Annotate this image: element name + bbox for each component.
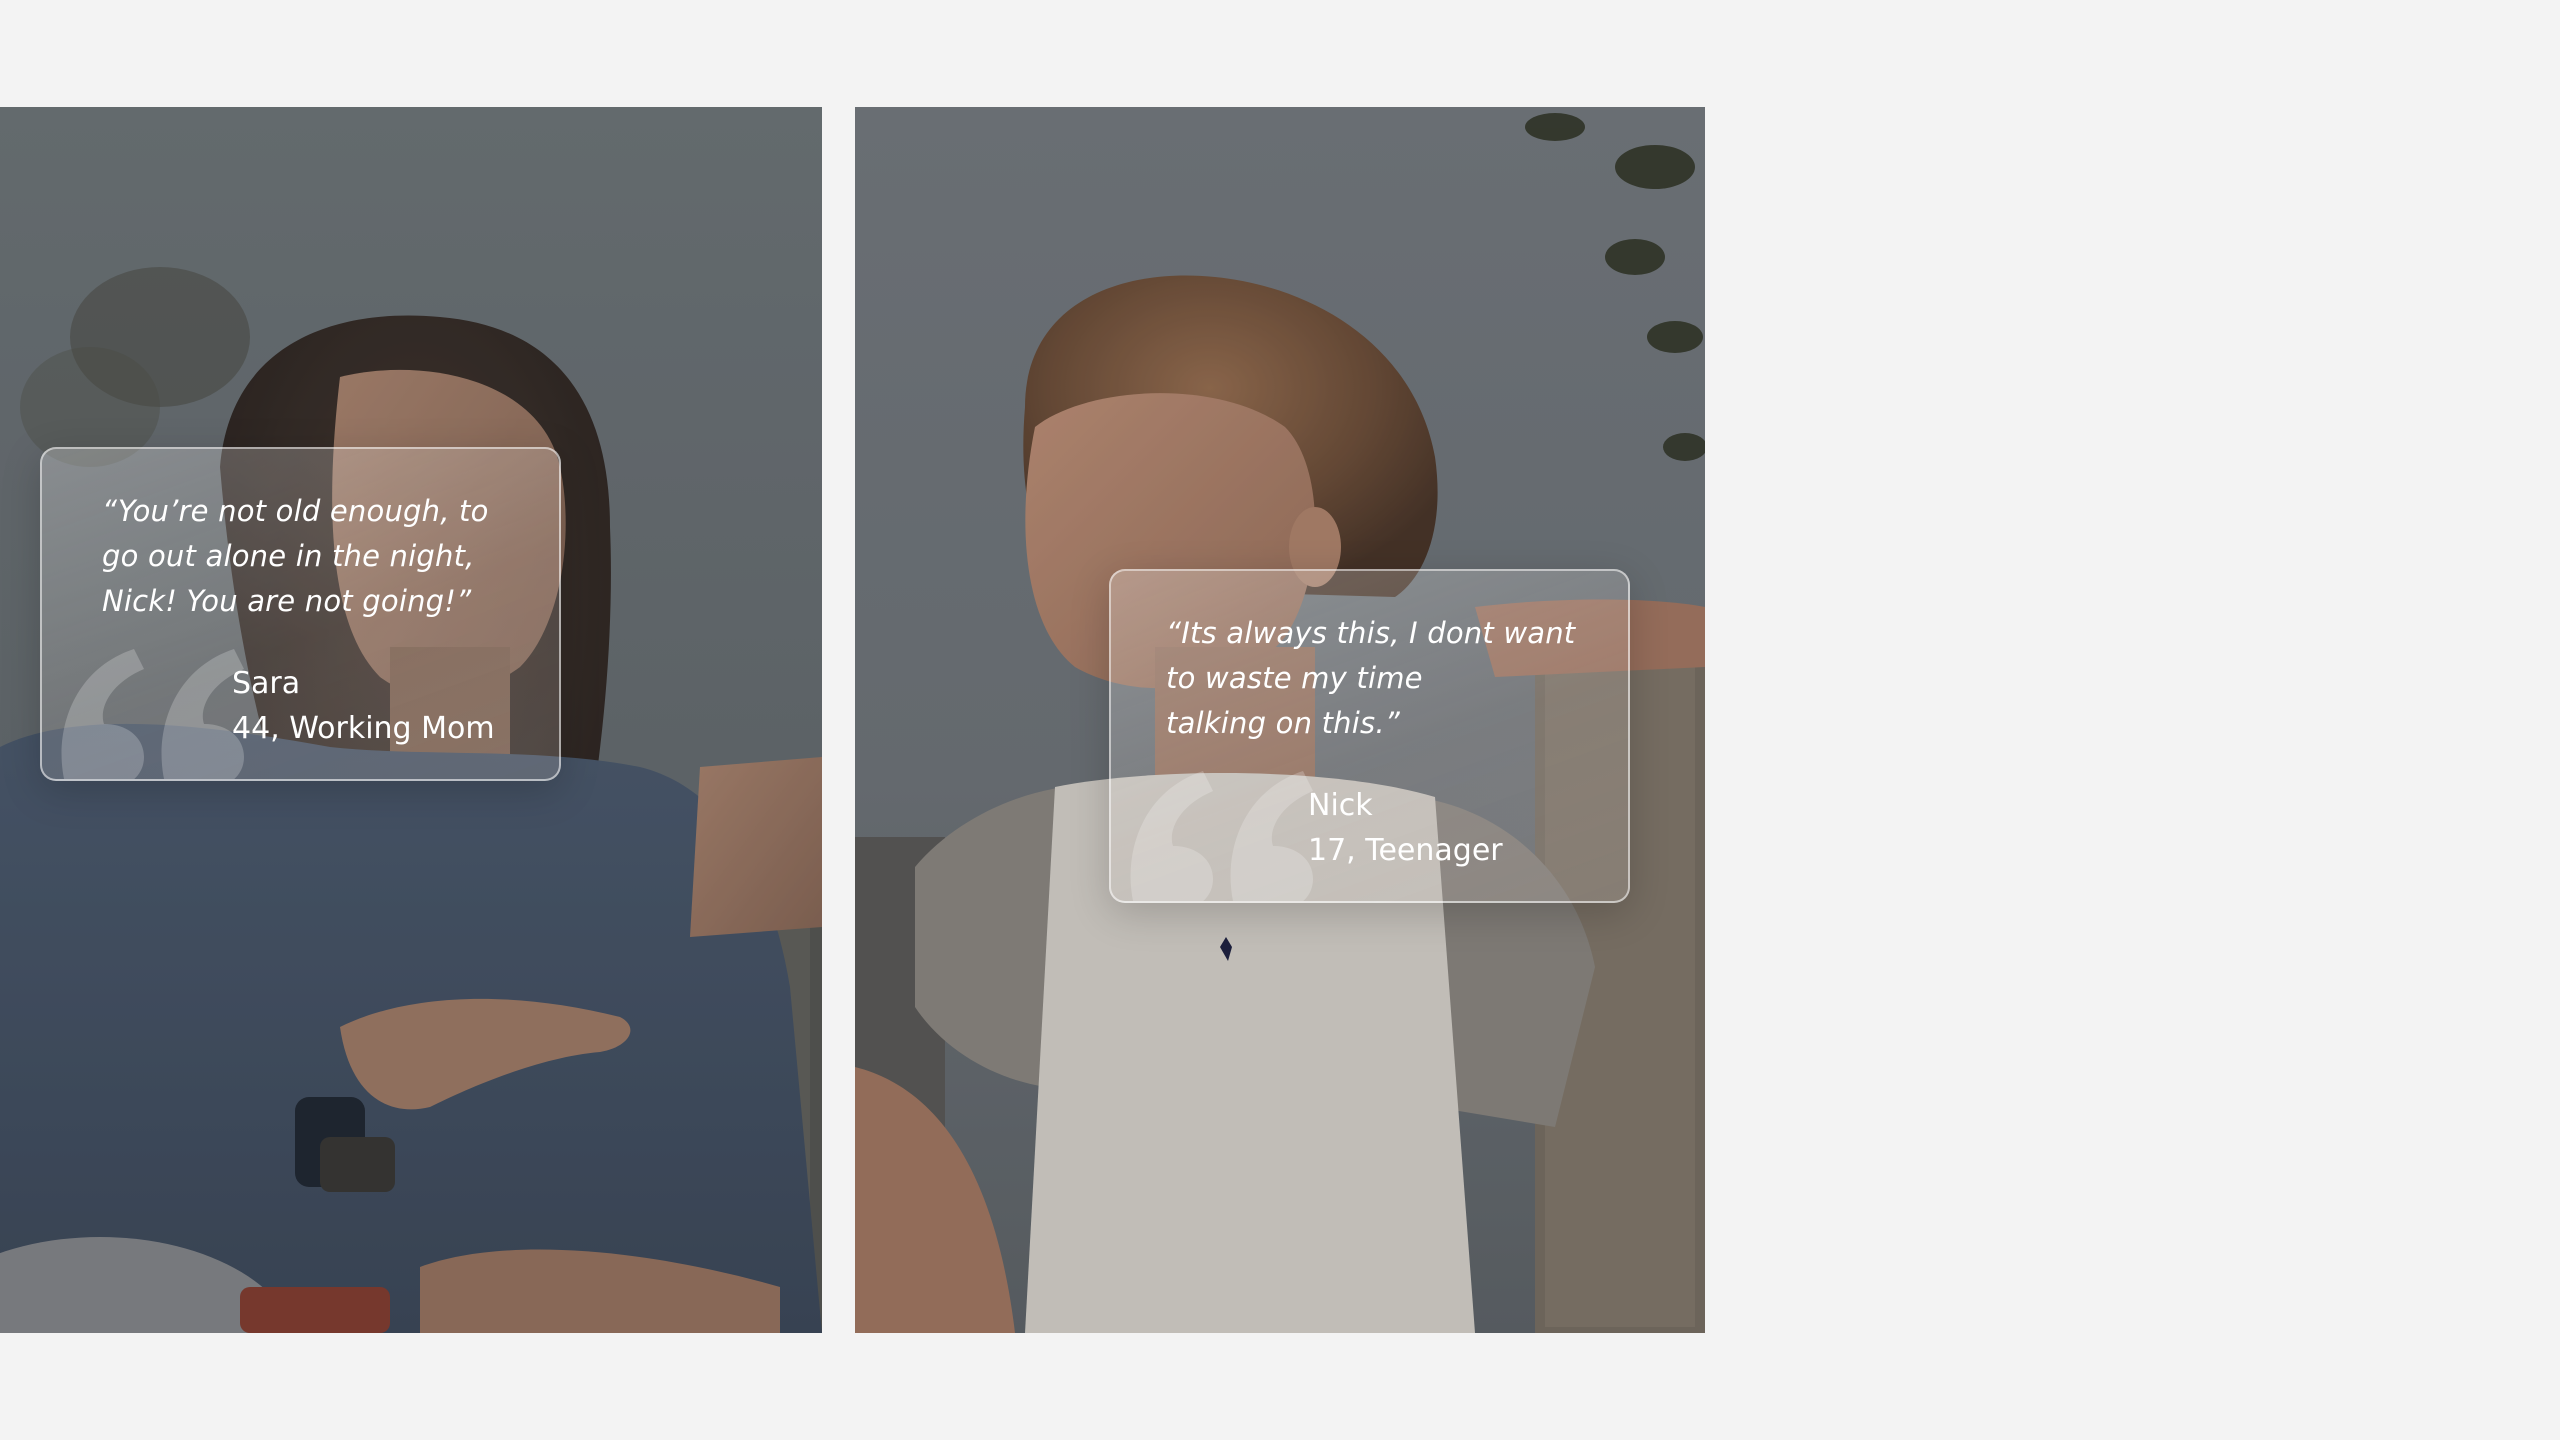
author-name: Nick (1308, 788, 1373, 823)
author-info: Sara 44, Working Mom (232, 661, 495, 751)
quote-text: “Its always this, I dont want to waste m… (1166, 611, 1606, 746)
slide: “You’re not old enough, to go out alone … (0, 0, 2560, 1440)
testimonial-card-sara: “You’re not old enough, to go out alone … (40, 447, 561, 781)
quote-line: to waste my time (1166, 661, 1423, 695)
quote-line: “Its always this, I dont want (1166, 616, 1576, 650)
quote-line: Nick! You are not going!” (102, 584, 472, 618)
quote-line: “You’re not old enough, to (102, 494, 489, 528)
quote-icon (61, 649, 244, 779)
author-role: 17, Teenager (1308, 833, 1503, 868)
quote-text: “You’re not old enough, to go out alone … (102, 489, 542, 624)
author-name: Sara (232, 666, 301, 701)
quote-line: go out alone in the night, (102, 539, 475, 573)
quote-line: talking on this.” (1166, 706, 1400, 740)
quote-icon (1130, 771, 1313, 901)
testimonial-card-nick: “Its always this, I dont want to waste m… (1109, 569, 1630, 903)
author-info: Nick 17, Teenager (1308, 783, 1503, 873)
author-role: 44, Working Mom (232, 711, 495, 746)
